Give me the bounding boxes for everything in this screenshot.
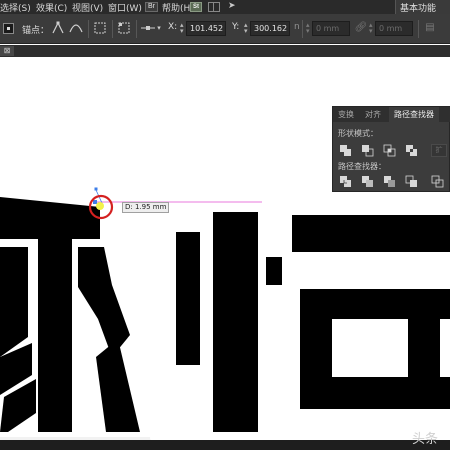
y-coordinate-field[interactable]: 300.162 <box>250 21 290 36</box>
shape-modes-label: 形状模式： <box>338 129 378 138</box>
minus-front-icon[interactable] <box>361 144 374 157</box>
handles-icon[interactable] <box>92 20 108 36</box>
menu-bar: 选择(S) 效果(C) 视图(V) Br 窗口(W) 帮助(H) St ➤ 基本… <box>0 0 450 14</box>
align-icon: ▤ <box>425 22 435 33</box>
merge-icon[interactable] <box>383 175 396 188</box>
menu-effect[interactable]: 效果(C) <box>36 1 67 14</box>
pathfinder-panel: 变换 对齐 路径查找器 形状模式： 扩 路径查找器： <box>332 106 450 192</box>
width-field: 0 mm <box>312 21 350 36</box>
anchor-options-icon[interactable] <box>116 20 132 36</box>
intersect-icon[interactable] <box>383 144 396 157</box>
y-spinner-icon[interactable]: ▴ ▾ <box>244 22 248 35</box>
bridge-icon[interactable]: Br <box>145 2 158 12</box>
document-tab-bar: ⊠ <box>0 45 450 57</box>
menu-view[interactable]: 视图(V) <box>72 1 103 14</box>
convert-anchor-smooth-icon[interactable] <box>68 20 84 36</box>
workspace-switcher[interactable]: 基本功能 <box>395 0 450 14</box>
stock-icon[interactable]: St <box>190 2 202 12</box>
unit-label: n <box>294 22 300 32</box>
cut-path-icon[interactable] <box>140 20 156 36</box>
crop-icon[interactable] <box>405 175 418 188</box>
arrange-documents-icon[interactable] <box>208 2 220 12</box>
unite-icon[interactable] <box>339 144 352 157</box>
control-bar: 锚点： ▾ X: ▴ ▾ 101.452 Y: ▴ ▾ 300.162 n ▴ ▾ 0… <box>0 14 450 44</box>
link-icon: 🔗︎ <box>354 22 368 33</box>
fill-swatch-icon[interactable] <box>3 23 14 34</box>
trim-icon[interactable] <box>361 175 374 188</box>
anchor-point <box>93 200 97 204</box>
tab-transform[interactable]: 变换 <box>333 107 359 122</box>
height-field: 0 mm <box>375 21 413 36</box>
x-coordinate-field[interactable]: 101.452 <box>186 21 226 36</box>
menu-window[interactable]: 窗口(W) <box>108 1 142 14</box>
divide-icon[interactable] <box>339 175 352 188</box>
width-spinner-icon: ▴ ▾ <box>306 21 310 35</box>
tab-align[interactable]: 对齐 <box>359 107 387 122</box>
gpu-performance-icon[interactable]: ➤ <box>228 1 236 11</box>
distance-tooltip: D: 1.95 mm <box>122 202 170 213</box>
document-tab[interactable]: ⊠ <box>0 46 14 56</box>
cursor-dot <box>96 202 104 210</box>
menu-select[interactable]: 选择(S) <box>0 1 31 14</box>
pathfinders-label: 路径查找器： <box>338 162 386 171</box>
handle-point <box>94 187 98 191</box>
tab-pathfinder[interactable]: 路径查找器 <box>389 107 439 122</box>
x-spinner-icon[interactable]: ▴ ▾ <box>180 22 184 35</box>
panel-tab-bar: 变换 对齐 路径查找器 <box>333 107 450 122</box>
anchor-label: 锚点： <box>22 26 50 36</box>
watermark: 头条 <box>412 432 439 447</box>
glyph-yong <box>0 197 140 432</box>
expand-button: 扩 <box>431 144 447 157</box>
x-axis-label: X: <box>168 22 178 32</box>
height-spinner-icon: ▴ ▾ <box>369 21 373 35</box>
y-axis-label: Y: <box>232 22 240 32</box>
exclude-icon[interactable] <box>405 144 418 157</box>
glyph-heng <box>176 212 450 432</box>
chevron-down-icon[interactable]: ▾ <box>155 20 163 36</box>
convert-anchor-corner-icon[interactable] <box>50 20 66 36</box>
outline-icon[interactable] <box>431 175 444 188</box>
video-controls-strip <box>0 440 450 450</box>
workspace-label: 基本功能 <box>400 4 437 14</box>
